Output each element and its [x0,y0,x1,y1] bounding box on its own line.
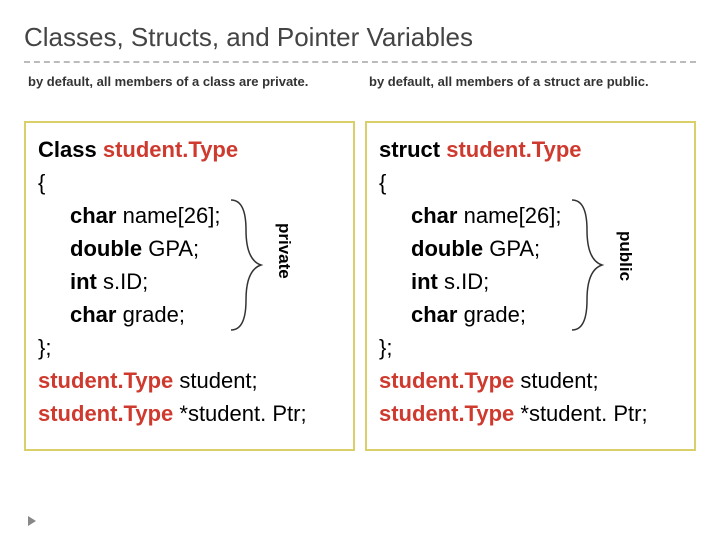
page-title: Classes, Structs, and Pointer Variables [24,22,696,63]
member-double: double [70,236,142,261]
private-label: private [274,223,294,279]
member-char: char [70,203,116,228]
left-caption: by default, all members of a class are p… [24,73,355,115]
decl2-rest: *student. Ptr; [173,401,306,426]
member-name-r: name[26]; [457,203,561,228]
left-column: by default, all members of a class are p… [24,73,355,451]
member-sid-r: s.ID; [438,269,489,294]
member-int-r: int [411,269,438,294]
struct-keyword: struct [379,137,440,162]
decl1-type-r: student.Type [379,368,514,393]
decl2-rest-r: *student. Ptr; [514,401,647,426]
close-brace-r: }; [379,335,392,360]
right-caption: by default, all members of a struct are … [365,73,696,115]
left-codebox: Class student.Type { char name[26]; doub… [24,121,355,451]
member-grade-r: grade; [457,302,526,327]
right-column: by default, all members of a struct are … [365,73,696,451]
member-sid: s.ID; [97,269,148,294]
right-codebox: struct student.Type { char name[26]; dou… [365,121,696,451]
columns: by default, all members of a class are p… [24,73,696,451]
decl2-type-r: student.Type [379,401,514,426]
member-double-r: double [411,236,483,261]
decl1-rest: student; [173,368,257,393]
decl1-type: student.Type [38,368,173,393]
member-int: int [70,269,97,294]
member-grade: grade; [116,302,185,327]
footer-marker-icon [28,516,36,526]
member-gpa-r: GPA; [483,236,540,261]
member-char-r: char [411,203,457,228]
decl1-rest-r: student; [514,368,598,393]
member-char2-r: char [411,302,457,327]
left-code: Class student.Type { char name[26]; doub… [38,133,345,430]
decl2-type: student.Type [38,401,173,426]
member-gpa: GPA; [142,236,199,261]
member-name: name[26]; [116,203,220,228]
open-brace: { [38,170,45,195]
class-typename: student.Type [103,137,238,162]
right-brace-icon [567,195,607,335]
left-brace-icon [226,195,266,335]
struct-typename: student.Type [446,137,581,162]
member-char2: char [70,302,116,327]
close-brace: }; [38,335,51,360]
open-brace-r: { [379,170,386,195]
class-keyword: Class [38,137,97,162]
public-label: public [615,231,635,281]
right-code: struct student.Type { char name[26]; dou… [379,133,686,430]
